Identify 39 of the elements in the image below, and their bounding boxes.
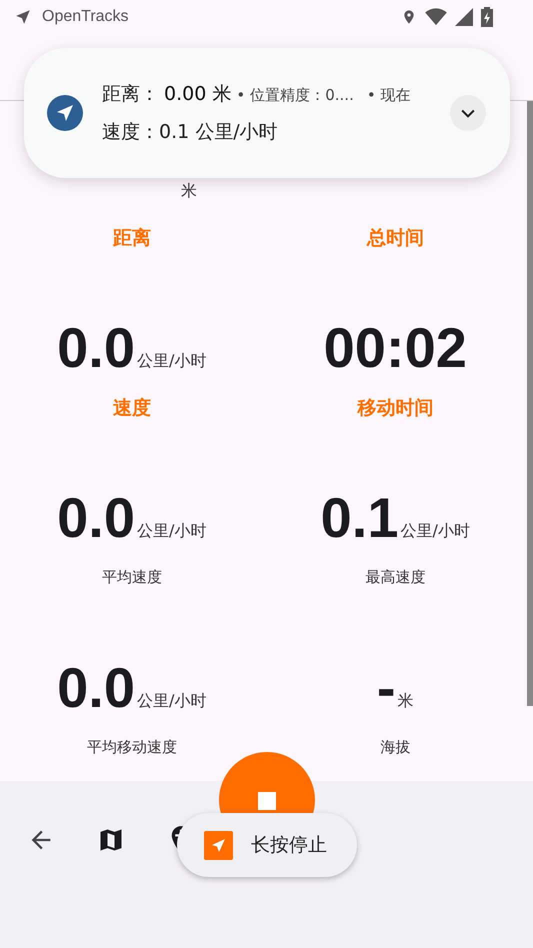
signal-icon [455,8,473,26]
expand-button[interactable] [450,95,486,131]
stat-value: 0.0 [57,658,135,718]
wifi-icon [425,8,447,26]
stat-label: 平均速度 [102,568,162,587]
stat-value: 0.1 [320,488,398,548]
stat-label: 海拔 [380,738,410,757]
battery-icon [481,7,493,28]
speed-text: 速度：0.1 公里/小时 [102,120,278,145]
stat-unit: 公里/小时 [136,691,206,712]
stat-label: 移动时间 [357,396,434,421]
stat-unit: 公里/小时 [136,351,206,372]
toast-text: 长按停止 [251,833,327,858]
stat-unit: 公里/小时 [136,521,206,542]
stat-unit: 公里/小时 [400,521,470,542]
separator: • [366,86,376,104]
stat-label: 最高速度 [365,568,426,587]
stat-label: 速度 [112,396,151,421]
accuracy-text: 位置精度：0.... [250,86,354,105]
stat-label: 总时间 [366,226,424,251]
stat-unit: 米 [398,691,414,712]
navigation-arrow-icon [14,8,32,26]
scrollbar[interactable] [527,101,533,706]
stat-value: - [376,658,396,718]
notification-card[interactable]: 距离： 0.00 米 • 位置精度：0.... • 现在 速度：0.1 公里/小时 [24,48,510,178]
navigation-icon [47,95,83,131]
stop-icon [258,792,276,810]
time-text: 现在 [380,86,411,105]
app-icon [204,830,233,860]
stat-label: 平均移动速度 [86,738,177,757]
separator: • [236,86,246,104]
stat-unit: 米 [180,181,197,202]
stat-label: 距离 [112,226,151,251]
distance-label: 距离： [102,82,159,107]
distance-value: 0.00 米 [164,82,232,107]
app-name: OpenTracks [42,8,129,26]
stat-value: 0.0 [57,318,135,378]
stat-value: 00:02 [324,318,467,378]
stat-value: 0.0 [57,488,135,548]
